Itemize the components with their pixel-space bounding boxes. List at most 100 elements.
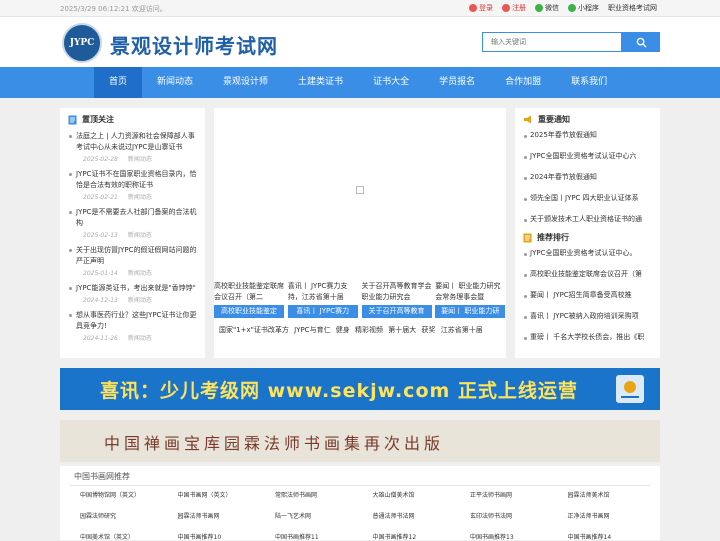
list-item[interactable]: JYPC全国职业资格考试认证中心六 bbox=[523, 146, 652, 167]
friend-link[interactable]: 正净法师书画网 bbox=[568, 511, 666, 520]
notice-title-text: 重要通知 bbox=[538, 115, 570, 124]
friend-link[interactable]: 大雄山僧美术馆 bbox=[373, 490, 471, 499]
news-meta: 2025-01-14 新闻动态 bbox=[68, 268, 197, 277]
welcome-text: 欢迎访问。 bbox=[131, 5, 167, 13]
list-item[interactable]: 喜讯丨 JYPC被纳入政府培训采购项 bbox=[523, 306, 652, 327]
wechat-label: 微信 bbox=[545, 4, 559, 12]
friend-links-grid: 中国博物馆网（英文） 中国书画网（英文） 常熙法师书画网 大雄山僧美术馆 正平法… bbox=[80, 490, 660, 541]
list-item[interactable]: 要闻丨 JYPC招生简章备受高校推 bbox=[523, 285, 652, 306]
datetime-welcome: 2025/3/29 06:12:21 欢迎访问。 bbox=[60, 4, 167, 14]
list-item[interactable]: 领先全国丨JYPC 四大职业认证体系 bbox=[523, 188, 652, 209]
nav-home[interactable]: 首页 bbox=[94, 67, 143, 98]
friend-link[interactable]: 普通法师书法网 bbox=[373, 511, 471, 520]
main-nav: 首页 新闻动态 景观设计师 土建类证书 证书大全 学员报名 合作加盟 联系我们 bbox=[0, 67, 720, 98]
thumb-caption: 关于召开高等教育学会职业能力研究会 bbox=[361, 282, 432, 301]
document-icon bbox=[68, 115, 77, 124]
news-meta: 2024-12-13 新闻动态 bbox=[68, 295, 197, 304]
wechat-link[interactable]: 微信 bbox=[535, 3, 559, 13]
list-item[interactable]: 关于出现仿冒JYPC的假证假网站问题的严正声明 2025-01-14 新闻动态 bbox=[68, 245, 197, 277]
user-icon bbox=[469, 4, 477, 12]
datetime-text: 2025/3/29 06:12:21 bbox=[60, 5, 130, 13]
thumb-item[interactable]: 关于召开高等教育学会职业能力研究会关于召开高等教育 bbox=[361, 281, 433, 326]
rank-title-text: 推荐排行 bbox=[537, 233, 569, 242]
banner-text: 喜讯：少儿考级网 www.sekjw.com 正式上线运营 bbox=[100, 380, 578, 402]
nav-contact[interactable]: 联系我们 bbox=[556, 67, 622, 98]
news-date: 2025-02-28 bbox=[83, 156, 118, 163]
friend-link[interactable]: 园霖法师研究 bbox=[80, 511, 178, 520]
login-label: 登录 bbox=[479, 4, 493, 12]
nav-enroll[interactable]: 学员报名 bbox=[424, 67, 490, 98]
register-label: 注册 bbox=[512, 4, 526, 12]
notice-panel: 重要通知 2025年春节放假通知 JYPC全国职业资格考试认证中心六 2024年… bbox=[515, 108, 660, 358]
news-title: JYPC证书不在国家职业资格目录内，恰恰是合法有效的职称证书 bbox=[68, 169, 197, 191]
friend-link[interactable]: 园霖法师美术馆 bbox=[568, 490, 666, 499]
pinned-title-text: 置顶关注 bbox=[82, 115, 114, 124]
news-meta: 2025-02-21 新闻动态 bbox=[68, 192, 197, 201]
thumb-caption: 要闻丨 职业能力研究会常务理事会暨 bbox=[435, 282, 501, 301]
news-meta: 2024-11-26 新闻动态 bbox=[68, 333, 197, 342]
promo-banner-kids-exam[interactable]: 喜讯：少儿考级网 www.sekjw.com 正式上线运营 bbox=[60, 368, 660, 410]
friend-link[interactable]: 正平法师书画网 bbox=[470, 490, 568, 499]
list-item[interactable]: 重磅丨 千名大学校长债会，推出《职 bbox=[523, 327, 652, 348]
news-date: 2025-02-21 bbox=[83, 194, 118, 201]
thumb-item[interactable]: 喜讯丨 JYPC赛力支持，江苏省第十届 喜讯丨 JYPC赛力 bbox=[287, 281, 359, 326]
friend-link[interactable]: 园霖法师书画网 bbox=[178, 511, 276, 520]
rank-title: 推荐排行 bbox=[523, 232, 652, 243]
news-tag: 新闻动态 bbox=[127, 270, 152, 277]
nav-partner[interactable]: 合作加盟 bbox=[490, 67, 556, 98]
news-title: JYPC是不需要去人社部门备案的合法机构 bbox=[68, 207, 197, 229]
list-item[interactable]: 关于颁发技术工人职业资格证书的通 bbox=[523, 209, 652, 230]
thumb-label: 喜讯丨 JYPC赛力 bbox=[287, 305, 358, 318]
friend-link[interactable]: 常熙法师书画网 bbox=[275, 490, 373, 499]
search-input[interactable] bbox=[482, 32, 622, 52]
list-item[interactable]: JYPC是不需要去人社部门备案的合法机构 2025-02-13 新闻动态 bbox=[68, 207, 197, 239]
miniprogram-link[interactable]: 小程序 bbox=[568, 3, 599, 13]
news-date: 2024-12-13 bbox=[83, 297, 118, 304]
register-link[interactable]: 注册 bbox=[502, 3, 526, 13]
nav-cert-list[interactable]: 证书大全 bbox=[358, 67, 424, 98]
site-label-link[interactable]: 职业资格考试网 bbox=[608, 3, 657, 13]
edit-icon bbox=[502, 4, 510, 12]
thumb-strip: 高校职业技能鉴定联席会议召开（第二 高校职业技能鉴定 喜讯丨 JYPC赛力支持，江… bbox=[214, 281, 506, 326]
nav-civil-cert[interactable]: 土建类证书 bbox=[283, 67, 358, 98]
list-item[interactable]: 高校职业技能鉴定联席会议召开（第 bbox=[523, 264, 652, 285]
site-name[interactable]: 景观设计师考试网 bbox=[110, 30, 278, 59]
list-item[interactable]: 2025年春节放假通知 bbox=[523, 125, 652, 146]
promo-banner-painting[interactable]: 中国禅画宝库园霖法师书画集再次出版 bbox=[60, 420, 660, 462]
news-tag: 新闻动态 bbox=[127, 156, 152, 163]
friend-link[interactable]: 玄印法师书法网 bbox=[470, 511, 568, 520]
notice-title: 重要通知 bbox=[523, 114, 652, 125]
list-item[interactable]: JYPC全国职业资格考试认证中心。 bbox=[523, 243, 652, 264]
list-item[interactable]: JYPC能源类证书，考出来就是"香饽饽" 2024-12-13 新闻动态 bbox=[68, 283, 197, 304]
search-box bbox=[482, 32, 660, 52]
news-ticker[interactable]: 国家"1+x"证书改革方 JYPC与育仁 健身 精彩视频 第十届大 获奖 江苏省… bbox=[219, 325, 483, 335]
nav-landscape-designer[interactable]: 景观设计师 bbox=[208, 67, 283, 98]
thumb-item[interactable]: 要闻丨 职业能力研究会常务理事会暨 要闻丨 职业能力研 bbox=[435, 281, 506, 326]
friend-link[interactable]: 陆一飞艺术网 bbox=[275, 511, 373, 520]
news-tag: 新闻动态 bbox=[127, 297, 152, 304]
miniprogram-label: 小程序 bbox=[578, 4, 599, 12]
news-tag: 新闻动态 bbox=[127, 194, 152, 201]
friend-link[interactable]: 中国博物馆网（英文） bbox=[80, 490, 178, 499]
document-icon bbox=[523, 233, 532, 242]
thumb-item[interactable]: 高校职业技能鉴定联席会议召开（第二 高校职业技能鉴定 bbox=[214, 281, 285, 326]
search-button[interactable] bbox=[622, 32, 660, 52]
nav-news[interactable]: 新闻动态 bbox=[142, 67, 208, 98]
list-item[interactable]: JYPC证书不在国家职业资格目录内，恰恰是合法有效的职称证书 2025-02-21… bbox=[68, 169, 197, 201]
search-icon bbox=[636, 37, 647, 48]
thumb-label: 关于召开高等教育 bbox=[361, 305, 432, 318]
login-link[interactable]: 登录 bbox=[469, 3, 493, 13]
friend-links: 中国书画网推荐 中国博物馆网（英文） 中国书画网（英文） 常熙法师书画网 大雄山… bbox=[60, 466, 660, 541]
friend-links-title: 中国书画网推荐 bbox=[74, 472, 130, 481]
site-logo[interactable]: JYPC bbox=[62, 23, 102, 63]
slideshow-panel: 高校职业技能鉴定联席会议召开（第二 高校职业技能鉴定 喜讯丨 JYPC赛力支持，江… bbox=[214, 108, 506, 358]
certificate-icon bbox=[616, 375, 644, 403]
list-item[interactable]: 法庭之上 | 人力资源和社会保障部人事考试中心从未说过JYPC是山寨证书 2025… bbox=[68, 131, 197, 163]
banner-text: 中国禅画宝库园霖法师书画集再次出版 bbox=[104, 434, 445, 453]
list-item[interactable]: 想从事医药行业？这些JYPC证书让你更具竞争力! 2024-11-26 新闻动态 bbox=[68, 310, 197, 342]
friend-link[interactable]: 中国书画网（英文） bbox=[178, 490, 276, 499]
wechat-icon bbox=[535, 4, 543, 12]
list-item[interactable]: 2024年春节放假通知 bbox=[523, 167, 652, 188]
broken-image-icon[interactable] bbox=[356, 186, 364, 194]
megaphone-icon bbox=[524, 115, 531, 124]
